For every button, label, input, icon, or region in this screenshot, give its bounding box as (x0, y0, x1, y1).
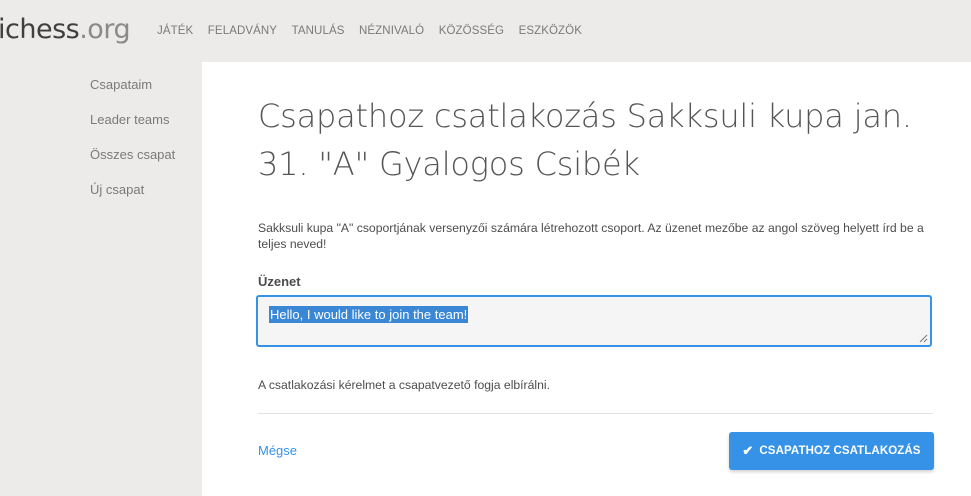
nav-item-learn[interactable]: TANULÁS (292, 25, 345, 37)
sidebar-item-all-teams[interactable]: Összes csapat (90, 148, 175, 183)
join-team-button-label: CSAPATHOZ CSATLAKOZÁS (759, 445, 921, 457)
message-text[interactable]: Hello, I would like to join the team! (269, 306, 469, 323)
main-nav: JÁTÉK FELADVÁNY TANULÁS NÉZNIVALÓ KÖZÖSS… (157, 25, 596, 37)
nav-item-watch[interactable]: NÉZNIVALÓ (359, 25, 424, 37)
approval-note: A csatlakozási kérelmet a csapatvezető f… (258, 378, 550, 392)
nav-item-community[interactable]: KÖZÖSSÉG (439, 25, 504, 37)
team-sidebar: Csapataim Leader teams Összes csapat Új … (90, 78, 175, 218)
nav-item-tools[interactable]: ESZKÖZÖK (519, 25, 582, 37)
cancel-link[interactable]: Mégse (258, 443, 297, 458)
team-description: Sakksuli kupa "A" csoportjának versenyző… (258, 221, 924, 251)
resize-handle-icon[interactable] (919, 334, 928, 343)
form-divider (258, 413, 933, 414)
top-bar: ichess.org JÁTÉK FELADVÁNY TANULÁS NÉZNI… (0, 0, 971, 62)
logo-main: ichess (0, 14, 80, 45)
sidebar-item-my-teams[interactable]: Csapataim (90, 78, 175, 113)
check-icon: ✔ (742, 443, 754, 458)
logo-tld: .org (79, 14, 131, 45)
page-title: Csapathoz csatlakozás Sakksuli kupa jan.… (258, 97, 912, 183)
join-team-button[interactable]: ✔ CSAPATHOZ CSATLAKOZÁS (729, 432, 934, 470)
main-panel: Csapathoz csatlakozás Sakksuli kupa jan.… (202, 62, 971, 496)
sidebar-item-leader-teams[interactable]: Leader teams (90, 113, 175, 148)
nav-item-puzzles[interactable]: FELADVÁNY (208, 25, 277, 37)
sidebar-item-new-team[interactable]: Új csapat (90, 183, 175, 218)
nav-item-play[interactable]: JÁTÉK (157, 25, 193, 37)
site-logo[interactable]: ichess.org (0, 14, 131, 46)
message-label: Üzenet (258, 274, 301, 289)
message-textarea[interactable]: Hello, I would like to join the team! (256, 295, 932, 347)
